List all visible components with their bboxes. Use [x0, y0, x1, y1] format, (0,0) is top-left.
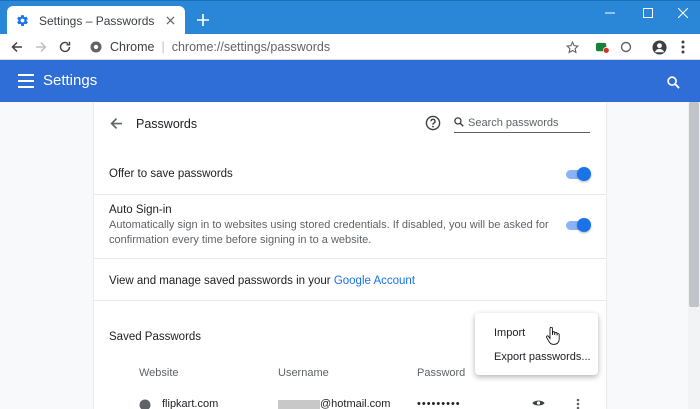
- manage-passwords-prefix: View and manage saved passwords in your: [109, 275, 334, 287]
- settings-search-icon[interactable]: [664, 73, 682, 91]
- search-passwords-input[interactable]: [468, 116, 580, 129]
- divider: [94, 194, 606, 195]
- minimize-button[interactable]: [595, 3, 625, 23]
- menu-item-import[interactable]: Import: [475, 322, 598, 344]
- website-cell: flipkart.com: [162, 398, 219, 409]
- column-header-username: Username: [278, 367, 329, 379]
- chrome-page-icon: [88, 39, 104, 55]
- site-globe-icon: [139, 399, 151, 409]
- forward-button[interactable]: [31, 37, 51, 57]
- search-passwords-field[interactable]: [454, 113, 590, 133]
- saved-passwords-heading: Saved Passwords: [109, 331, 202, 343]
- scrollbar-thumb[interactable]: [689, 102, 699, 307]
- table-row: flipkart.com @hotmail.com •••••••••: [94, 398, 606, 409]
- omnibox-url: chrome://settings/passwords: [171, 40, 331, 54]
- browser-toolbar: Chrome | chrome://settings/passwords: [0, 34, 700, 60]
- profile-avatar-icon[interactable]: [649, 37, 669, 57]
- manage-passwords-text: View and manage saved passwords in your …: [109, 275, 415, 287]
- offer-to-save-label: Offer to save passwords: [109, 168, 233, 180]
- tab-title: Settings – Passwords: [39, 13, 155, 28]
- column-header-website: Website: [139, 367, 179, 379]
- search-icon: [454, 114, 464, 132]
- bookmark-star-icon[interactable]: [562, 37, 582, 57]
- auto-signin-desc-line2: confirmation every time before signing i…: [109, 234, 372, 246]
- show-password-eye-icon[interactable]: [532, 398, 545, 409]
- tab-settings-passwords[interactable]: Settings – Passwords: [7, 6, 185, 35]
- saved-passwords-menu: Import Export passwords...: [475, 313, 598, 375]
- auto-signin-label: Auto Sign-in: [109, 204, 172, 216]
- settings-title: Settings: [43, 72, 98, 89]
- password-cell: •••••••••: [417, 398, 461, 409]
- auto-signin-toggle[interactable]: [564, 218, 592, 232]
- back-arrow-icon[interactable]: [108, 115, 124, 131]
- extension-shield-icon[interactable]: [592, 37, 612, 57]
- maximize-button[interactable]: [633, 3, 663, 23]
- close-window-button[interactable]: [668, 3, 698, 23]
- back-button[interactable]: [7, 37, 27, 57]
- omnibox-chrome-label: Chrome: [110, 40, 155, 54]
- passwords-title-row: Passwords: [94, 102, 606, 146]
- reload-button[interactable]: [55, 37, 75, 57]
- username-redacted: [278, 400, 320, 409]
- help-icon[interactable]: [425, 115, 441, 131]
- offer-to-save-toggle[interactable]: [564, 167, 592, 181]
- menu-item-export-passwords[interactable]: Export passwords...: [475, 346, 598, 368]
- auto-signin-description: Automatically sign in to websites using …: [109, 218, 549, 248]
- new-tab-button[interactable]: [194, 11, 212, 29]
- page-title: Passwords: [136, 117, 198, 131]
- divider: [94, 300, 606, 301]
- address-bar[interactable]: Chrome | chrome://settings/passwords: [80, 35, 584, 59]
- tab-strip: Settings – Passwords: [0, 0, 700, 35]
- google-account-link[interactable]: Google Account: [334, 275, 415, 287]
- omnibox-separator: |: [161, 40, 165, 54]
- settings-header: Settings: [0, 60, 700, 102]
- hamburger-menu-icon[interactable]: [18, 74, 34, 88]
- row-more-actions-icon[interactable]: [576, 398, 580, 409]
- hand-cursor-icon: [546, 326, 560, 345]
- auto-signin-desc-line1: Automatically sign in to websites using …: [109, 219, 549, 231]
- extension-circle-icon[interactable]: [616, 37, 636, 57]
- settings-gear-icon: [15, 14, 29, 28]
- username-cell: @hotmail.com: [320, 398, 391, 409]
- column-header-password: Password: [417, 367, 466, 379]
- divider: [94, 258, 606, 259]
- tab-close-icon[interactable]: [163, 14, 177, 28]
- browser-menu-icon[interactable]: [673, 37, 693, 57]
